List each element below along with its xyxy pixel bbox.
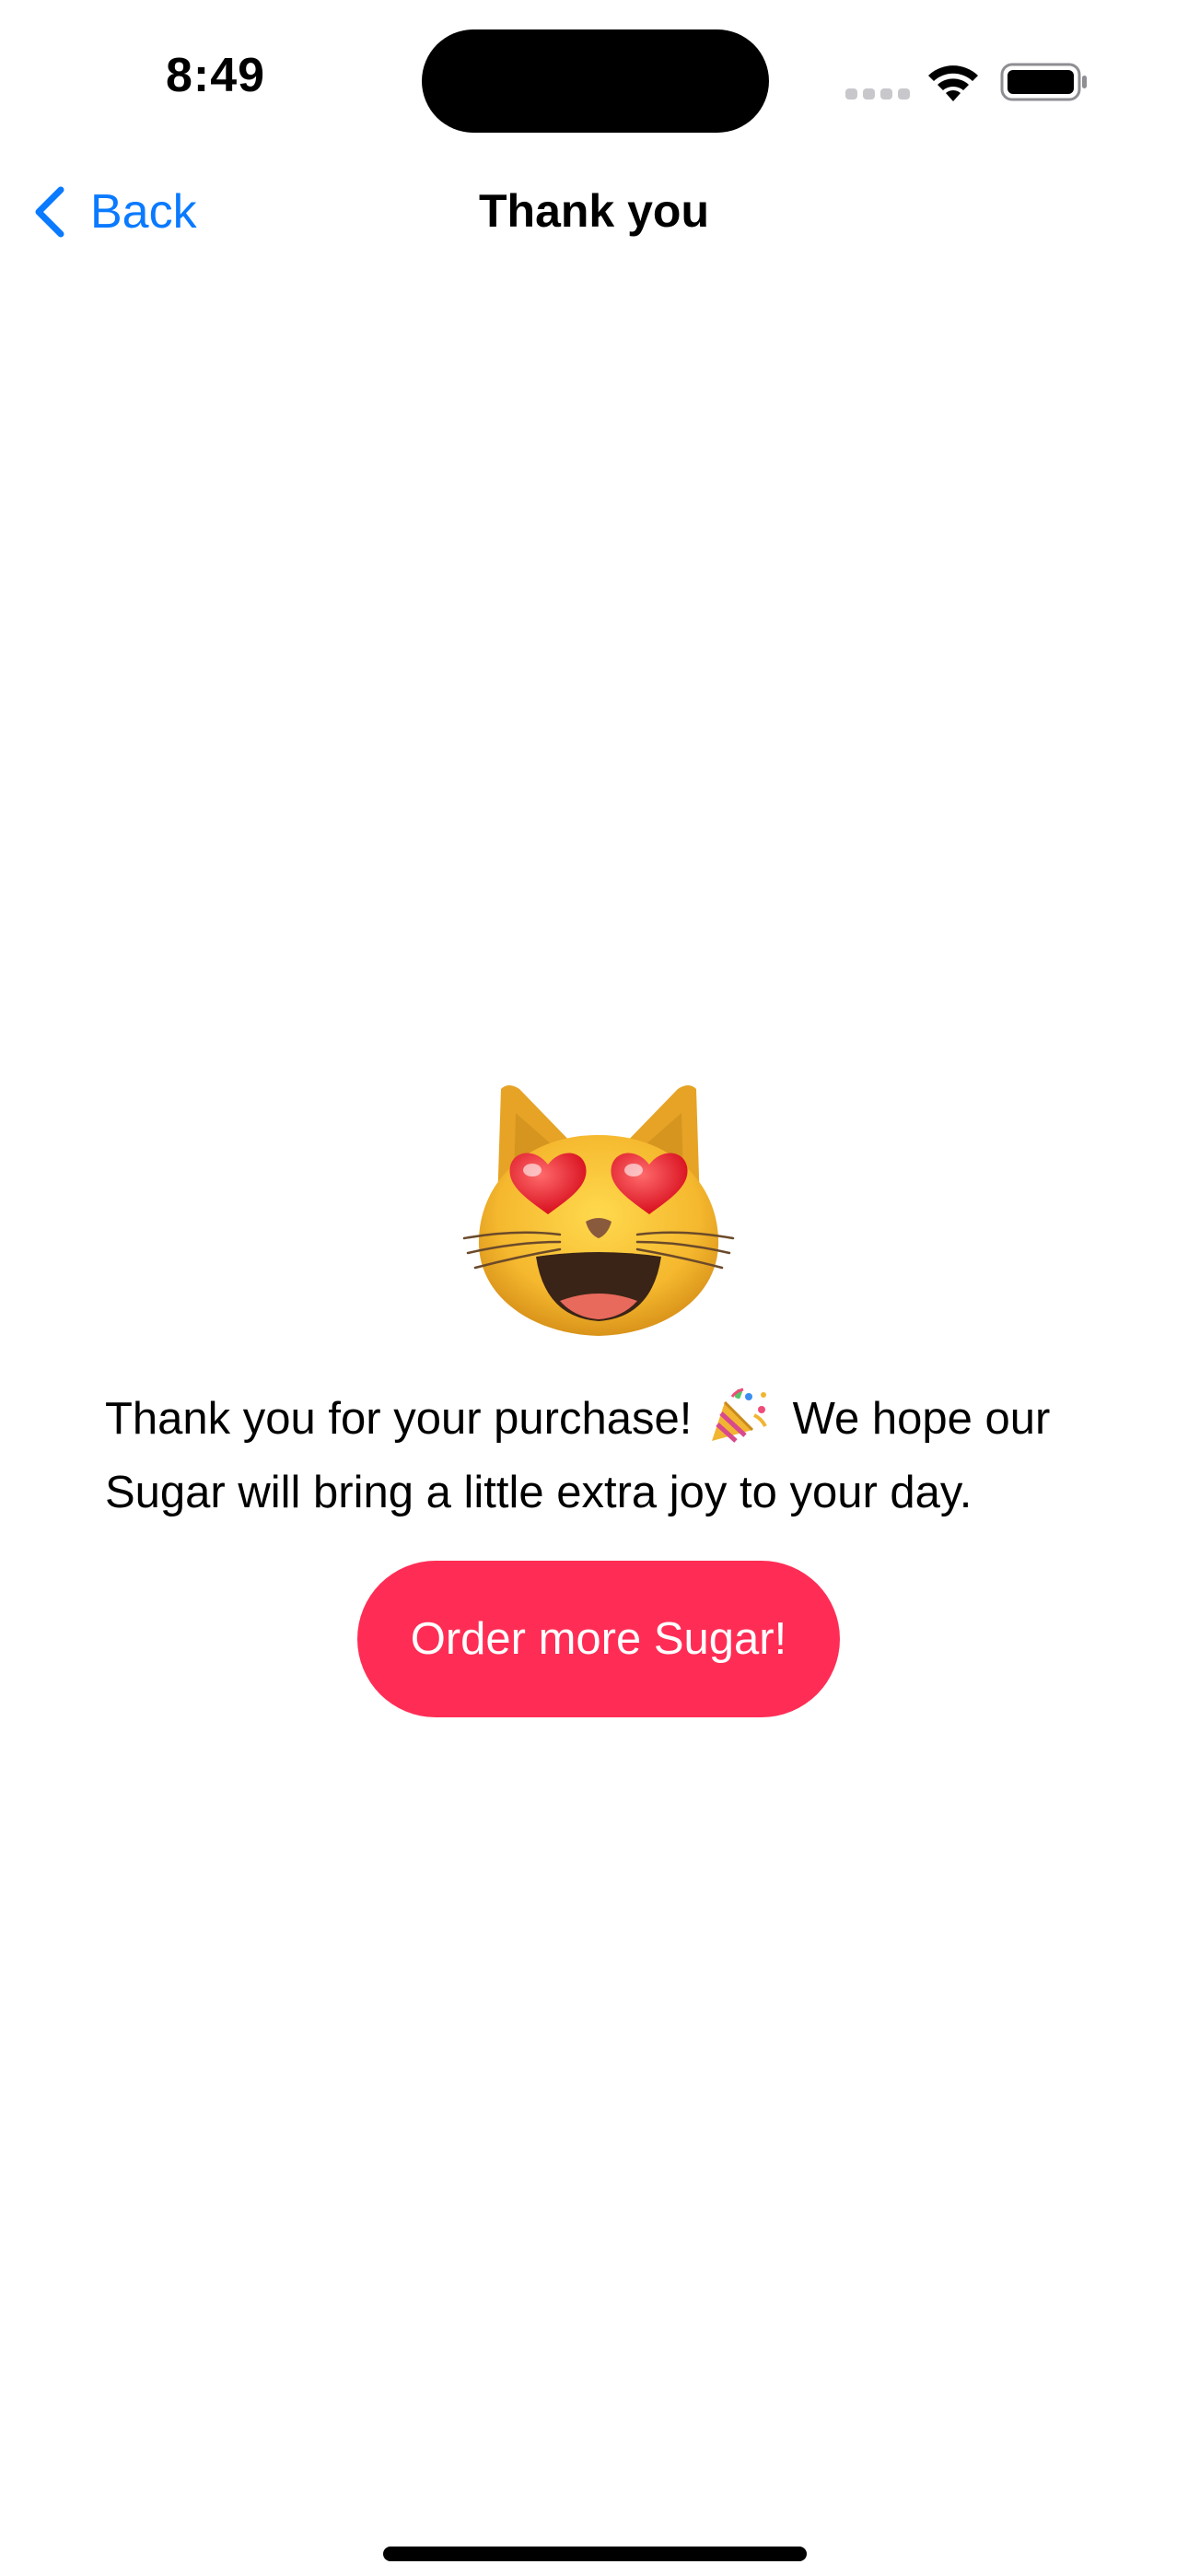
battery-icon — [1000, 63, 1087, 101]
message-text-part1: Thank you for your purchase! — [105, 1394, 693, 1444]
dynamic-island — [422, 29, 769, 133]
order-more-button[interactable]: Order more Sugar! — [357, 1561, 840, 1717]
navigation-bar: Back Thank you — [0, 166, 1188, 258]
wifi-icon — [928, 65, 978, 101]
smiling-cat-with-heart-eyes-icon — [462, 1085, 735, 1336]
thank-you-message: Thank you for your purchase! We hope our… — [105, 1382, 1100, 1529]
cellular-signal-icon — [845, 88, 910, 100]
page-title: Thank you — [478, 185, 710, 237]
status-time: 8:49 — [166, 49, 266, 102]
party-popper-icon — [711, 1388, 767, 1443]
status-bar: 8:49 — [0, 0, 1188, 157]
home-indicator[interactable] — [383, 2547, 807, 2561]
